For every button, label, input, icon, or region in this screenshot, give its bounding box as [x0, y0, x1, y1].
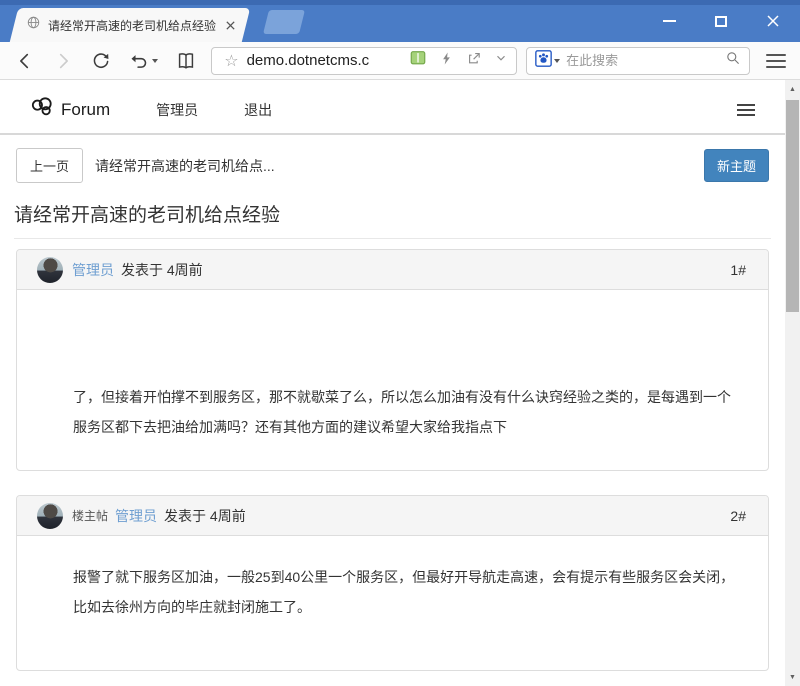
forward-icon[interactable] [48, 46, 78, 76]
post-header: 管理员 发表于 4周前 1# [17, 250, 768, 290]
globe-icon [26, 15, 41, 35]
nav-link-logout[interactable]: 退出 [244, 100, 272, 120]
maximize-button[interactable] [708, 8, 734, 34]
lightning-icon[interactable] [439, 51, 454, 71]
share-icon[interactable] [466, 50, 482, 71]
page-viewport: Forum 管理员 退出 上一页 请经常开高速的老司机给点... 新主题 请经常… [0, 80, 785, 686]
brand-label: Forum [61, 100, 110, 120]
post-floor-number: 1# [730, 262, 746, 278]
search-box[interactable] [526, 47, 750, 75]
browser-toolbar: ☆ demo.dotnetcms.c [0, 42, 800, 80]
window-controls [656, 0, 786, 42]
new-topic-button[interactable]: 新主题 [704, 149, 769, 182]
scroll-up-icon[interactable]: ▲ [785, 82, 800, 96]
site-menu-icon[interactable] [737, 104, 759, 116]
op-badge: 楼主帖 [72, 507, 108, 524]
post-header: 楼主帖 管理员 发表于 4周前 2# [17, 496, 768, 536]
forum-brand[interactable]: Forum [30, 96, 110, 123]
close-button[interactable] [760, 8, 786, 34]
reading-mode-icon[interactable] [409, 49, 427, 72]
post-body: 报警了就下服务区加油，一般25到40公里一个服务区，但最好开导航走高速，会有提示… [17, 536, 768, 670]
title-divider [14, 238, 771, 239]
post-meta: 发表于 4周前 [121, 260, 203, 280]
forum-logo-icon [30, 96, 54, 123]
search-input[interactable] [566, 53, 725, 68]
post-author-link[interactable]: 管理员 [72, 260, 114, 280]
topic-bar: 上一页 请经常开高速的老司机给点... 新主题 [16, 148, 769, 183]
page-scrollbar[interactable]: ▲ ▼ [785, 80, 800, 686]
topic-breadcrumb: 请经常开高速的老司机给点... [95, 156, 704, 176]
undo-icon [128, 50, 150, 72]
post-card: 管理员 发表于 4周前 1# 了，但接着开怕撑不到服务区，那不就歇菜了么，所以怎… [16, 249, 769, 471]
post-meta: 发表于 4周前 [164, 506, 246, 526]
browser-window: 请经常开高速的老司机给点经验 [0, 0, 800, 686]
post-body: 了，但接着开怕撑不到服务区，那不就歇菜了么，所以怎么加油有没有什么诀窍经验之类的… [17, 290, 768, 470]
chevron-down-icon[interactable] [554, 59, 560, 63]
new-tab-button[interactable] [263, 10, 305, 34]
previous-page-button[interactable]: 上一页 [16, 148, 83, 183]
address-bar[interactable]: ☆ demo.dotnetcms.c [211, 47, 517, 75]
avatar[interactable] [37, 257, 63, 283]
search-engine-paw-icon[interactable] [535, 50, 552, 72]
back-icon[interactable] [10, 46, 40, 76]
bookmark-star-icon[interactable]: ☆ [224, 51, 238, 71]
scrollbar-thumb[interactable] [786, 100, 799, 312]
post-list: 管理员 发表于 4周前 1# 了，但接着开怕撑不到服务区，那不就歇菜了么，所以怎… [16, 249, 769, 686]
undo-dropdown-button[interactable] [124, 46, 164, 76]
nav-link-admin[interactable]: 管理员 [156, 100, 198, 120]
bookmarks-book-icon[interactable] [171, 46, 201, 76]
page-title: 请经常开高速的老司机给点经验 [14, 200, 771, 227]
avatar[interactable] [37, 503, 63, 529]
browser-menu-icon[interactable] [766, 49, 790, 73]
browser-tab[interactable]: 请经常开高速的老司机给点经验 [10, 8, 250, 42]
tab-title: 请经常开高速的老司机给点经验 [48, 17, 216, 34]
search-icon[interactable] [725, 50, 741, 71]
minimize-button[interactable] [656, 8, 682, 34]
chevron-down-icon[interactable] [494, 51, 508, 70]
tab-close-icon[interactable] [222, 17, 238, 33]
post-author-link[interactable]: 管理员 [115, 506, 157, 526]
titlebar: 请经常开高速的老司机给点经验 [0, 0, 800, 42]
address-text[interactable]: demo.dotnetcms.c [247, 52, 404, 69]
refresh-icon[interactable] [86, 46, 116, 76]
site-navbar: Forum 管理员 退出 [0, 80, 785, 135]
post-card: 楼主帖 管理员 发表于 4周前 2# 报警了就下服务区加油，一般25到40公里一… [16, 495, 769, 671]
post-floor-number: 2# [730, 508, 746, 524]
chevron-down-icon [152, 59, 158, 63]
scroll-down-icon[interactable]: ▼ [785, 670, 800, 684]
